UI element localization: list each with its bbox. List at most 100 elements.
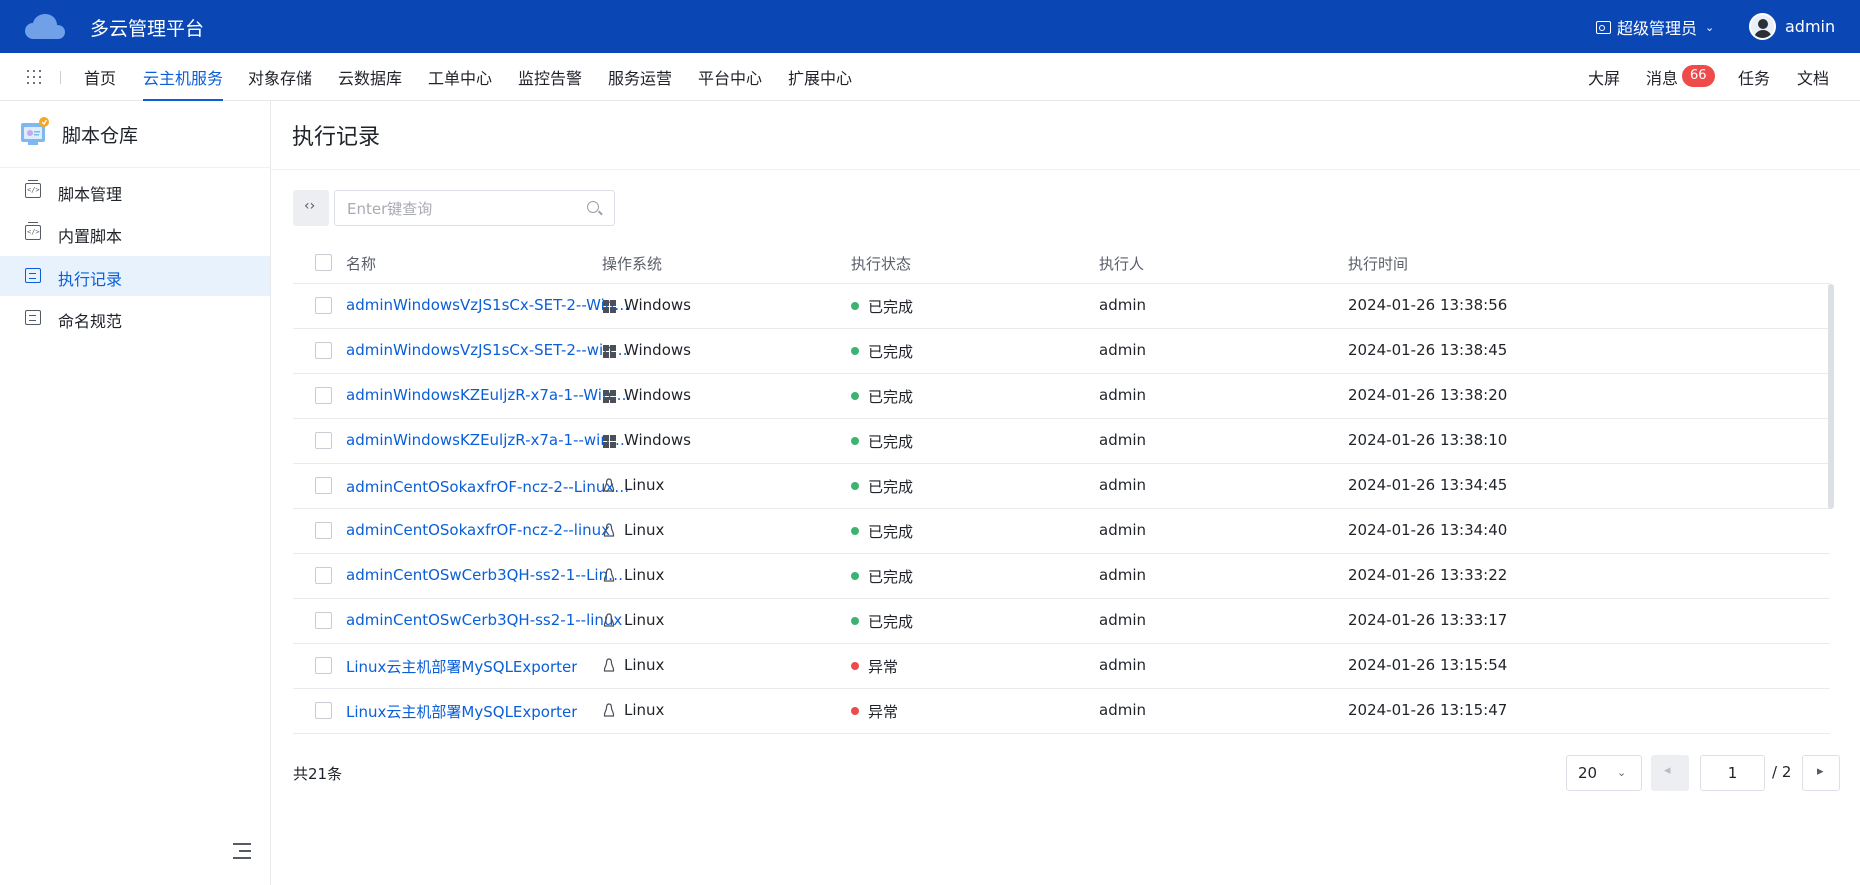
sidebar-item-naming-rules[interactable]: 命名规范 (0, 298, 270, 338)
script-name-link[interactable]: Linux云主机部署MySQLExporter (346, 701, 577, 722)
messages-count-badge: 66 (1682, 65, 1715, 87)
nav-item-home[interactable]: 首页 (84, 65, 116, 101)
nav-item-ticket-center[interactable]: 工单中心 (428, 65, 492, 101)
nav-messages[interactable]: 消息 (1646, 65, 1678, 89)
status-label: 异常 (868, 658, 899, 676)
sidebar-item-execution-records[interactable]: 执行记录 (0, 256, 270, 296)
script-name-link[interactable]: adminWindowsKZEuljzR-x7a-1--window (346, 431, 631, 449)
nav-item-object-storage[interactable]: 对象存储 (248, 65, 312, 101)
total-count: 共21条 (293, 765, 343, 783)
status-dot (851, 527, 859, 535)
script-name-link[interactable]: adminWindowsKZEuljzR-x7a-1--Windo... (346, 386, 631, 404)
table-row: adminCentOSokaxfrOF-ncz-2--linux Linux 已完成… (293, 509, 1830, 554)
script-name-link[interactable]: adminWindowsVzJS1sCx-SET-2--Wind... (346, 296, 631, 314)
executor: admin (1099, 701, 1146, 719)
search-input[interactable] (347, 198, 577, 220)
search-icon[interactable] (587, 201, 599, 213)
linux-icon (603, 478, 615, 492)
status-label: 已完成 (868, 433, 914, 451)
row-checkbox[interactable] (315, 612, 332, 629)
row-checkbox[interactable] (315, 432, 332, 449)
document-icon (25, 310, 41, 325)
os-label: Windows (624, 386, 691, 404)
chevron-down-icon: ⌄ (1617, 766, 1627, 779)
row-checkbox[interactable] (315, 477, 332, 494)
sidebar-item-script-management[interactable]: 脚本管理 (0, 171, 270, 211)
nav-item-service-ops[interactable]: 服务运营 (608, 65, 672, 101)
username: admin (1785, 17, 1836, 36)
page-size-value: 20 (1578, 764, 1598, 782)
execution-time: 2024-01-26 13:15:54 (1348, 656, 1508, 674)
nav-tasks[interactable]: 任务 (1738, 65, 1770, 89)
table-row: adminWindowsKZEuljzR-x7a-1--Windo... Wind… (293, 374, 1830, 419)
column-header-name: 名称 (346, 255, 377, 273)
refresh-button[interactable] (293, 190, 329, 226)
row-checkbox[interactable] (315, 387, 332, 404)
code-window-icon (25, 222, 41, 240)
prev-page-button[interactable] (1651, 755, 1689, 791)
status-label: 已完成 (868, 343, 914, 361)
row-checkbox[interactable] (315, 567, 332, 584)
script-name-link[interactable]: adminWindowsVzJS1sCx-SET-2--window (346, 341, 631, 359)
nav-divider (60, 71, 61, 84)
os-label: Windows (624, 296, 691, 314)
windows-icon (603, 435, 616, 448)
status-label: 异常 (868, 703, 899, 721)
script-name-link[interactable]: adminCentOSwCerb3QH-ss2-1--Linux... (346, 566, 631, 584)
nav-big-screen[interactable]: 大屏 (1588, 65, 1620, 89)
sidebar-item-label: 执行记录 (58, 270, 123, 289)
table-row: adminWindowsVzJS1sCx-SET-2--Wind... Windo… (293, 284, 1830, 329)
table-scrollbar[interactable] (1828, 284, 1834, 509)
row-checkbox[interactable] (315, 522, 332, 539)
table-row: adminCentOSwCerb3QH-ss2-1--Linux... Linux… (293, 554, 1830, 599)
nav-item-cloud-database[interactable]: 云数据库 (338, 65, 402, 101)
nav-docs[interactable]: 文档 (1797, 65, 1829, 89)
script-name-link[interactable]: adminCentOSokaxfrOF-ncz-2--Linux修... (346, 476, 631, 497)
status-dot (851, 482, 859, 490)
script-name-link[interactable]: adminCentOSwCerb3QH-ss2-1--linux (346, 611, 622, 629)
avatar (1749, 13, 1776, 40)
code-file-icon (25, 180, 41, 198)
script-name-link[interactable]: adminCentOSokaxfrOF-ncz-2--linux (346, 521, 610, 539)
chevron-down-icon: ⌄ (1705, 20, 1715, 34)
executor: admin (1099, 296, 1146, 314)
app-title: 多云管理平台 (90, 18, 205, 40)
execution-time: 2024-01-26 13:33:22 (1348, 566, 1508, 584)
execution-time: 2024-01-26 13:38:10 (1348, 431, 1508, 449)
script-name-link[interactable]: Linux云主机部署MySQLExporter (346, 656, 577, 677)
next-page-button[interactable] (1802, 755, 1840, 791)
nav-item-extension-center[interactable]: 扩展中心 (788, 65, 852, 101)
status-label: 已完成 (868, 388, 914, 406)
table-row: adminCentOSokaxfrOF-ncz-2--Linux修... Linu… (293, 464, 1830, 509)
executor: admin (1099, 521, 1146, 539)
row-checkbox[interactable] (315, 342, 332, 359)
status-label: 已完成 (868, 568, 914, 586)
role-switcher[interactable]: 超级管理员 ⌄ (1596, 15, 1714, 39)
sidebar-item-label: 命名规范 (58, 312, 123, 331)
status-dot (851, 617, 859, 625)
apps-grid-icon[interactable] (27, 70, 41, 84)
status-label: 已完成 (868, 523, 914, 541)
row-checkbox[interactable] (315, 657, 332, 674)
status-dot (851, 707, 859, 715)
page-number-input[interactable] (1700, 755, 1765, 791)
nav-item-cloud-host[interactable]: 云主机服务 (143, 65, 224, 101)
sidebar-header: 脚本仓库 (0, 101, 270, 168)
executor: admin (1099, 566, 1146, 584)
select-all-checkbox[interactable] (315, 254, 332, 271)
row-checkbox[interactable] (315, 297, 332, 314)
execution-time: 2024-01-26 13:15:47 (1348, 701, 1508, 719)
row-checkbox[interactable] (315, 702, 332, 719)
nav-item-monitoring[interactable]: 监控告警 (518, 65, 582, 101)
collapse-sidebar-icon[interactable] (233, 843, 251, 859)
table-row: adminWindowsVzJS1sCx-SET-2--window Window… (293, 329, 1830, 374)
page-size-select[interactable]: 20 ⌄ (1566, 755, 1642, 791)
execution-time: 2024-01-26 13:38:45 (1348, 341, 1508, 359)
column-header-status: 执行状态 (851, 255, 912, 273)
os-label: Linux (624, 566, 665, 584)
nav-item-platform-center[interactable]: 平台中心 (698, 65, 762, 101)
sidebar-item-builtin-scripts[interactable]: 内置脚本 (0, 213, 270, 253)
main-nav: 首页 云主机服务 对象存储 云数据库 工单中心 监控告警 服务运营 平台中心 扩… (0, 53, 1860, 101)
execution-time: 2024-01-26 13:33:17 (1348, 611, 1508, 629)
user-menu[interactable]: admin (1749, 13, 1835, 40)
